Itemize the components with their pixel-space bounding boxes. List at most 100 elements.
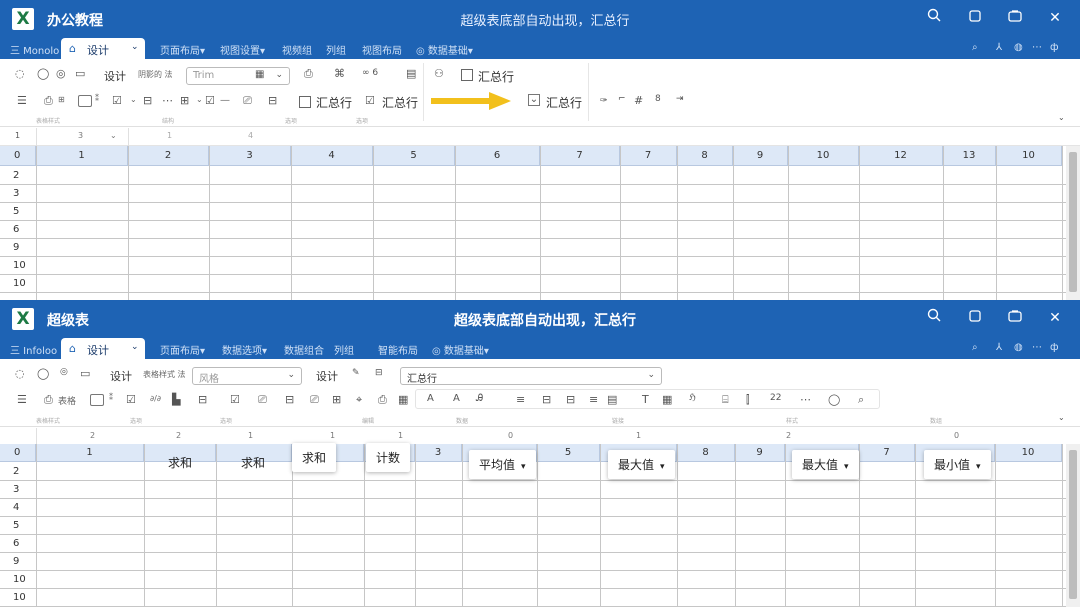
menu-item-3[interactable]: 视频组	[282, 42, 312, 57]
chart-icon[interactable]: ▙	[172, 393, 180, 406]
slicer-icon[interactable]: ▭	[80, 367, 90, 380]
vertical-scrollbar[interactable]	[1066, 444, 1080, 607]
menu-item-2[interactable]: 视图设置▾	[220, 42, 265, 57]
scrollbar-thumb[interactable]	[1069, 450, 1077, 599]
globe-icon[interactable]: ◍	[1014, 342, 1023, 353]
list-icon[interactable]: ☰	[17, 94, 27, 107]
filter-small-icon[interactable]: ⁑	[109, 393, 113, 402]
restore-icon[interactable]	[963, 6, 987, 30]
menu-item-1[interactable]: 页面布局▾	[160, 42, 205, 57]
menu-item-5[interactable]: 智能布局	[378, 342, 418, 357]
table-layout-icon[interactable]: ⊟	[285, 393, 294, 406]
column-header[interactable]: 13	[943, 146, 996, 166]
column-header[interactable]: 4	[291, 146, 373, 166]
column-header[interactable]: 10	[995, 444, 1062, 462]
design-label-2[interactable]: 设计	[316, 368, 338, 384]
menu-item-3[interactable]: 数据组合	[284, 342, 324, 357]
maximize-icon[interactable]	[1003, 6, 1027, 30]
search-icon[interactable]	[922, 6, 946, 30]
menu-item-1[interactable]: 页面布局▾	[160, 342, 205, 357]
column-header[interactable]: 2	[128, 146, 209, 166]
menu-item-6[interactable]: ◎ 数据基础▾	[416, 42, 473, 57]
row-icon[interactable]: ⊞	[332, 393, 341, 406]
pen-icon[interactable]: ✑	[600, 96, 608, 106]
name-box[interactable]: 1	[15, 131, 20, 140]
summary-small-checkbox[interactable]: ⌄	[528, 94, 540, 106]
column-header[interactable]: 1	[36, 444, 144, 462]
monitor-icon[interactable]: ⎚	[310, 393, 319, 407]
design-label[interactable]: 设计	[110, 368, 132, 384]
table-layout-icon[interactable]: ⊟	[268, 94, 277, 107]
column-header[interactable]: 5	[537, 444, 600, 462]
menu-item-4[interactable]: 列组	[334, 342, 354, 357]
check-icon[interactable]: ☑	[126, 393, 136, 406]
total-popup-average[interactable]: 平均值 ▾	[469, 450, 536, 479]
column-header[interactable]: 9	[735, 444, 785, 462]
row-header[interactable]: 9	[0, 556, 36, 567]
check-icon[interactable]: ☑	[112, 94, 122, 107]
collapse-ribbon-icon[interactable]: ⌄	[1058, 413, 1065, 422]
column-header[interactable]: 10	[788, 146, 859, 166]
column-header[interactable]: 7	[540, 146, 620, 166]
row-header[interactable]: 9	[0, 242, 36, 253]
list-icon[interactable]: ☰	[17, 393, 27, 406]
minus-icon[interactable]: ⌐	[618, 94, 626, 104]
total-popup-sum[interactable]: 求和	[292, 443, 337, 472]
row-header[interactable]: 10	[0, 260, 36, 271]
row-header[interactable]: 3	[0, 188, 36, 199]
table-name-icon[interactable]: ◌	[15, 67, 25, 80]
unlink-icon[interactable]: ⌖	[356, 393, 362, 407]
column-header[interactable]: 7	[859, 444, 915, 462]
more-icon[interactable]: ⋯	[1032, 342, 1042, 353]
column-header[interactable]: 3	[415, 444, 462, 462]
summary-checkbox-2[interactable]	[299, 96, 311, 108]
column-header[interactable]: 3	[209, 146, 291, 166]
column-header[interactable]: 9	[733, 146, 788, 166]
row-header[interactable]: 5	[0, 520, 36, 531]
dots-icon[interactable]: ⋯	[162, 94, 173, 107]
menu-item-6[interactable]: ◎ 数据基础▾	[432, 342, 489, 357]
checkbox-icon[interactable]: ☑	[205, 94, 215, 107]
filter-icon[interactable]: ⁑	[95, 94, 99, 103]
total-cell-sum-1[interactable]: 求和	[168, 454, 192, 471]
column-icon[interactable]: ⊟	[143, 94, 152, 107]
search-small-icon[interactable]: ⌕	[972, 42, 978, 53]
convert-icon[interactable]: ◎	[56, 67, 66, 80]
maximize-icon[interactable]	[1003, 306, 1027, 330]
more-icon[interactable]: ⋯	[1032, 42, 1042, 53]
total-popup-max-2[interactable]: 最大值 ▾	[792, 450, 859, 479]
tab-design[interactable]: ⌂ 设计 ⌄	[61, 338, 145, 361]
border-icon[interactable]	[78, 95, 92, 107]
row-header[interactable]: 2	[0, 170, 36, 181]
column-header[interactable]: 10	[996, 146, 1062, 166]
summary-row-checkbox[interactable]	[461, 69, 473, 81]
border-icon[interactable]	[90, 394, 104, 406]
column-header[interactable]: 1	[36, 146, 128, 166]
menu-file[interactable]: 三 Infoloo	[10, 342, 57, 357]
column-header[interactable]: 8	[677, 444, 735, 462]
column-header[interactable]: 8	[677, 146, 733, 166]
menu-item-5[interactable]: 视图布局	[362, 42, 402, 57]
edit-icon[interactable]: ✎	[352, 368, 360, 378]
style-dropdown[interactable]: Trim ▦ ⌄	[186, 67, 290, 85]
row-header[interactable]: 10	[0, 574, 36, 585]
row-header[interactable]: 6	[0, 224, 36, 235]
filter-icon[interactable]: ⊟	[375, 368, 383, 378]
user-icon[interactable]: ⅄	[996, 42, 1002, 53]
help-icon[interactable]: ф	[1050, 342, 1059, 353]
person-icon[interactable]: ⚇	[434, 67, 444, 80]
collapse-ribbon-icon[interactable]: ⌄	[1058, 113, 1065, 122]
column-header[interactable]: 5	[373, 146, 455, 166]
print-icon[interactable]: ⎙	[44, 94, 53, 108]
column-header[interactable]: 0	[0, 146, 36, 166]
text-icon[interactable]: ∂/∂	[150, 394, 161, 403]
row-header[interactable]: 4	[0, 502, 36, 513]
grid-icon[interactable]: ▦	[398, 393, 408, 406]
column-header[interactable]: 7	[620, 146, 677, 166]
close-icon[interactable]: ✕	[1043, 6, 1067, 30]
row-header[interactable]: 10	[0, 592, 36, 603]
menu-file[interactable]: 三 Monolo	[10, 42, 59, 57]
layout-icon[interactable]: ⊟	[198, 393, 207, 406]
row-header[interactable]: 2	[0, 466, 36, 477]
eight-icon[interactable]: 8	[655, 94, 661, 104]
